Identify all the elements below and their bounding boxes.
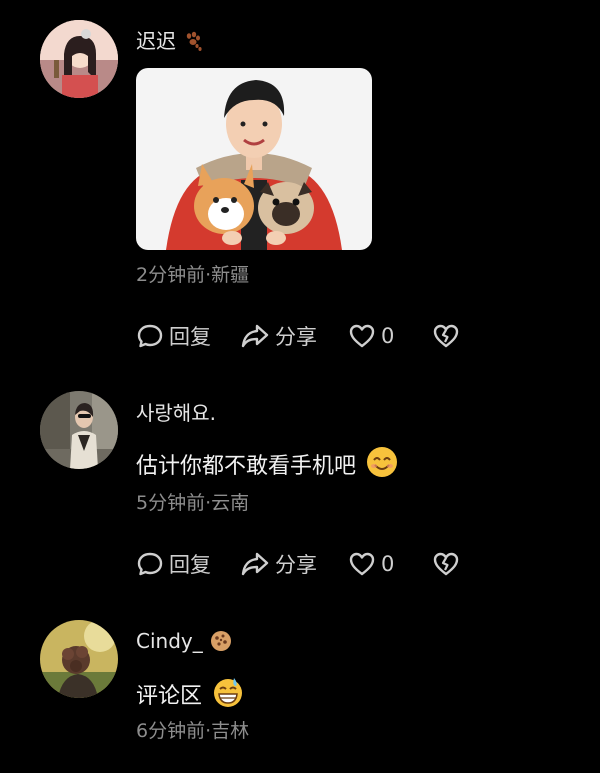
share-button[interactable]: 分享 bbox=[240, 320, 348, 352]
share-button[interactable]: 分享 bbox=[240, 548, 348, 580]
comment-meta: 2分钟前·新疆 bbox=[136, 264, 250, 286]
share-icon bbox=[240, 550, 270, 578]
share-icon bbox=[240, 322, 270, 350]
heart-icon bbox=[348, 322, 376, 350]
comment-meta: 6分钟前·吉林 bbox=[136, 720, 250, 742]
broken-heart-icon bbox=[432, 322, 460, 350]
reply-label: 回复 bbox=[169, 325, 211, 349]
username-text: Cindy_ bbox=[136, 629, 203, 653]
cookie-icon bbox=[209, 629, 233, 653]
smiling-face-icon bbox=[366, 446, 398, 487]
dislike-button[interactable] bbox=[432, 548, 460, 580]
username-text: 迟迟 bbox=[136, 29, 176, 53]
like-count: 0 bbox=[381, 324, 395, 348]
comment-text-content: 评论区 bbox=[136, 683, 203, 709]
username[interactable]: 迟迟 bbox=[136, 28, 580, 54]
comment-text-content: 估计你都不敢看手机吧 bbox=[136, 453, 357, 479]
avatar[interactable] bbox=[40, 391, 118, 469]
username-text: 사랑해요. bbox=[136, 401, 216, 425]
comment-text: 评论区 bbox=[136, 676, 580, 717]
dislike-button[interactable] bbox=[432, 320, 460, 352]
reply-icon bbox=[136, 550, 164, 578]
reply-button[interactable]: 回复 bbox=[136, 548, 240, 580]
paw-prints-icon bbox=[182, 30, 204, 52]
reply-icon bbox=[136, 322, 164, 350]
username[interactable]: Cindy_ bbox=[136, 628, 580, 654]
reply-label: 回复 bbox=[169, 553, 211, 577]
heart-icon bbox=[348, 550, 376, 578]
like-count: 0 bbox=[381, 552, 395, 576]
avatar[interactable] bbox=[40, 20, 118, 98]
broken-heart-icon bbox=[432, 550, 460, 578]
like-button[interactable]: 0 bbox=[348, 320, 432, 352]
comment-meta: 5分钟前·云南 bbox=[136, 492, 250, 514]
reply-button[interactable]: 回复 bbox=[136, 320, 240, 352]
comment-text: 估计你都不敢看手机吧 bbox=[136, 446, 580, 487]
grinning-sweat-face-icon bbox=[212, 676, 244, 717]
username[interactable]: 사랑해요. bbox=[136, 400, 580, 426]
comment-actions: 回复 分享 0 bbox=[136, 548, 460, 580]
like-button[interactable]: 0 bbox=[348, 548, 432, 580]
comment-image[interactable] bbox=[136, 68, 372, 250]
comment-actions: 回复 分享 0 bbox=[136, 320, 460, 352]
avatar[interactable] bbox=[40, 620, 118, 698]
share-label: 分享 bbox=[275, 553, 317, 577]
share-label: 分享 bbox=[275, 325, 317, 349]
